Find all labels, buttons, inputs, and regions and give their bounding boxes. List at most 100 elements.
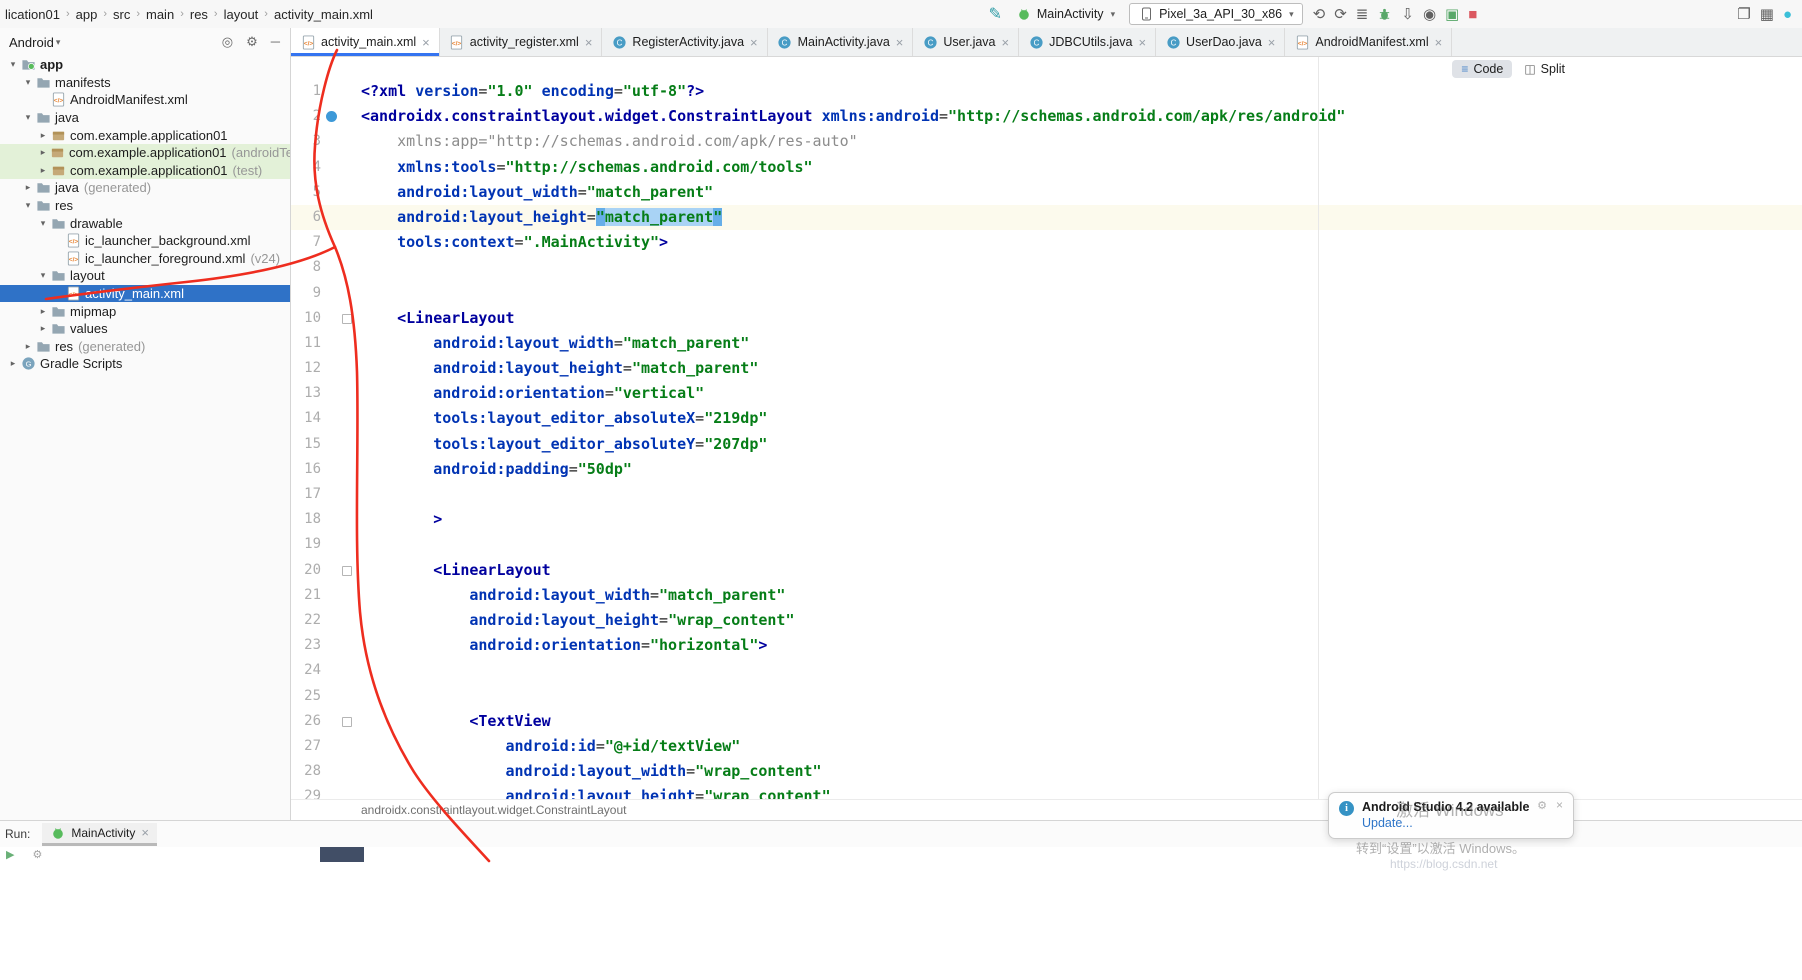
tree-item-manifests[interactable]: ▾manifests [0,74,290,92]
tree-item-com-example-application01-androidtest[interactable]: ▸com.example.application01(androidTest) [0,144,290,162]
breadcrumb-item-main[interactable]: main [144,6,176,23]
device-select[interactable]: Pixel_3a_API_30_x86 ▾ [1129,3,1303,25]
tree-item-activity-main-xml[interactable]: </>activity_main.xml [0,285,290,303]
chevron-down-icon[interactable]: ▾ [36,218,50,229]
close-icon[interactable]: × [750,35,758,50]
gutter[interactable]: 8 [291,255,357,280]
fold-marker-icon[interactable] [342,314,352,324]
tree-item-drawable[interactable]: ▾drawable [0,214,290,232]
gutter[interactable]: 21 [291,583,357,608]
hide-panel-icon[interactable]: ─ [271,34,280,50]
close-icon[interactable]: × [1556,798,1563,812]
gutter[interactable]: 3 [291,129,357,154]
gutter[interactable]: 28 [291,759,357,784]
code-area[interactable]: 1<?xml version="1.0" encoding="utf-8"?>2… [291,57,1802,800]
split-view-button[interactable]: ◫ Split [1515,60,1574,78]
breadcrumb-item-activity-main-xml[interactable]: activity_main.xml [272,6,375,23]
chevron-right-icon[interactable]: ▸ [21,182,35,193]
gutter[interactable]: 26 [291,709,357,734]
tree-item-java-generated[interactable]: ▸java(generated) [0,179,290,197]
breadcrumb-item-res[interactable]: res [188,6,210,23]
run-tab[interactable]: MainActivity × [42,823,157,846]
close-icon[interactable]: × [1268,35,1276,50]
gutter[interactable]: 25 [291,684,357,709]
tab-user-java[interactable]: CUser.java× [913,28,1019,56]
fold-marker-icon[interactable] [342,717,352,727]
gutter[interactable]: 18 [291,507,357,532]
tree-item-layout[interactable]: ▾layout [0,267,290,285]
gutter[interactable]: 17 [291,482,357,507]
gear-icon[interactable]: ⚙ [32,848,42,861]
gutter[interactable]: 12 [291,356,357,381]
gutter[interactable]: 15 [291,432,357,457]
gutter[interactable]: 14 [291,406,357,431]
close-icon[interactable]: × [896,35,904,50]
tab-jdbcutils-java[interactable]: CJDBCUtils.java× [1019,28,1156,56]
chevron-down-icon[interactable]: ▾ [21,112,35,123]
fold-marker-icon[interactable] [342,566,352,576]
gutter[interactable]: 13 [291,381,357,406]
gutter[interactable]: 11 [291,331,357,356]
breadcrumb-item-lication01[interactable]: lication01 [3,6,62,23]
close-icon[interactable]: × [1435,35,1443,50]
install-icon[interactable]: ⇩ [1401,7,1414,22]
tree-item-ic-launcher-background-xml[interactable]: </>ic_launcher_background.xml [0,232,290,250]
chevron-right-icon[interactable]: ▸ [36,306,50,317]
gutter[interactable]: 6 [291,205,357,230]
profiler-icon[interactable]: ◉ [1423,7,1436,22]
chevron-right-icon[interactable]: ▸ [6,358,20,369]
close-icon[interactable]: × [1138,35,1146,50]
tree-item-mipmap[interactable]: ▸mipmap [0,302,290,320]
close-icon[interactable]: × [141,825,149,840]
close-icon[interactable]: × [1002,35,1010,50]
tree-item-com-example-application01-test[interactable]: ▸com.example.application01(test) [0,162,290,180]
rerun-icon[interactable]: ▶ [6,848,14,861]
close-icon[interactable]: × [585,35,593,50]
build-variants-icon[interactable]: ≣ [1356,7,1369,22]
tree-item-ic-launcher-foreground-xml-v24[interactable]: </>ic_launcher_foreground.xml(v24) [0,250,290,268]
edit-configuration-icon[interactable]: ✎ [988,7,1001,22]
gutter[interactable]: 22 [291,608,357,633]
debug-bug-icon[interactable] [1377,7,1392,22]
stop-icon[interactable]: ■ [1468,7,1477,22]
run-configuration-select[interactable]: MainActivity ▾ [1012,4,1119,24]
tree-item-values[interactable]: ▸values [0,320,290,338]
update-link[interactable]: Update... [1362,816,1529,830]
gutter[interactable]: 5 [291,180,357,205]
gutter[interactable]: 20 [291,558,357,583]
tab-mainactivity-java[interactable]: CMainActivity.java× [768,28,914,56]
chevron-right-icon[interactable]: ▸ [36,165,50,176]
gutter[interactable]: 4 [291,155,357,180]
gutter[interactable]: 10 [291,306,357,331]
code-view-button[interactable]: ≡ Code [1452,60,1512,78]
breadcrumb-item-src[interactable]: src [111,6,132,23]
editor-layout-icon[interactable]: ▦ [1760,7,1774,22]
breadcrumb-item-app[interactable]: app [74,6,100,23]
tab-androidmanifest-xml[interactable]: </>AndroidManifest.xml× [1285,28,1452,56]
gutter[interactable]: 24 [291,658,357,683]
gutter[interactable]: 7 [291,230,357,255]
tree-item-androidmanifest-xml[interactable]: </>AndroidManifest.xml [0,91,290,109]
breadcrumb-item[interactable]: androidx.constraintlayout.widget.Constra… [361,803,627,817]
coverage-icon[interactable]: ▣ [1445,7,1459,22]
close-icon[interactable]: × [422,35,430,50]
gutter[interactable]: 23 [291,633,357,658]
editor[interactable]: 1<?xml version="1.0" encoding="utf-8"?>2… [291,57,1802,800]
chevron-down-icon[interactable]: ▾ [6,59,20,70]
project-view-select[interactable]: Android [9,35,54,50]
tree-item-gradle-scripts[interactable]: ▸GGradle Scripts [0,355,290,373]
avatar-icon[interactable]: ● [1783,7,1792,22]
gutter[interactable]: 29 [291,784,357,800]
locate-file-icon[interactable]: ◎ [222,34,233,50]
chevron-right-icon[interactable]: ▸ [36,130,50,141]
tree-item-app[interactable]: ▾app [0,56,290,74]
chevron-right-icon[interactable]: ▸ [36,147,50,158]
gutter[interactable]: 2 [291,104,357,129]
tree-item-res[interactable]: ▾res [0,197,290,215]
layout-captures-icon[interactable]: ❐ [1737,7,1750,22]
gutter[interactable]: 1 [291,79,357,104]
gutter[interactable]: 27 [291,734,357,759]
gutter[interactable]: 19 [291,532,357,557]
gear-icon[interactable]: ⚙ [1537,799,1547,812]
chevron-down-icon[interactable]: ▾ [21,77,35,88]
